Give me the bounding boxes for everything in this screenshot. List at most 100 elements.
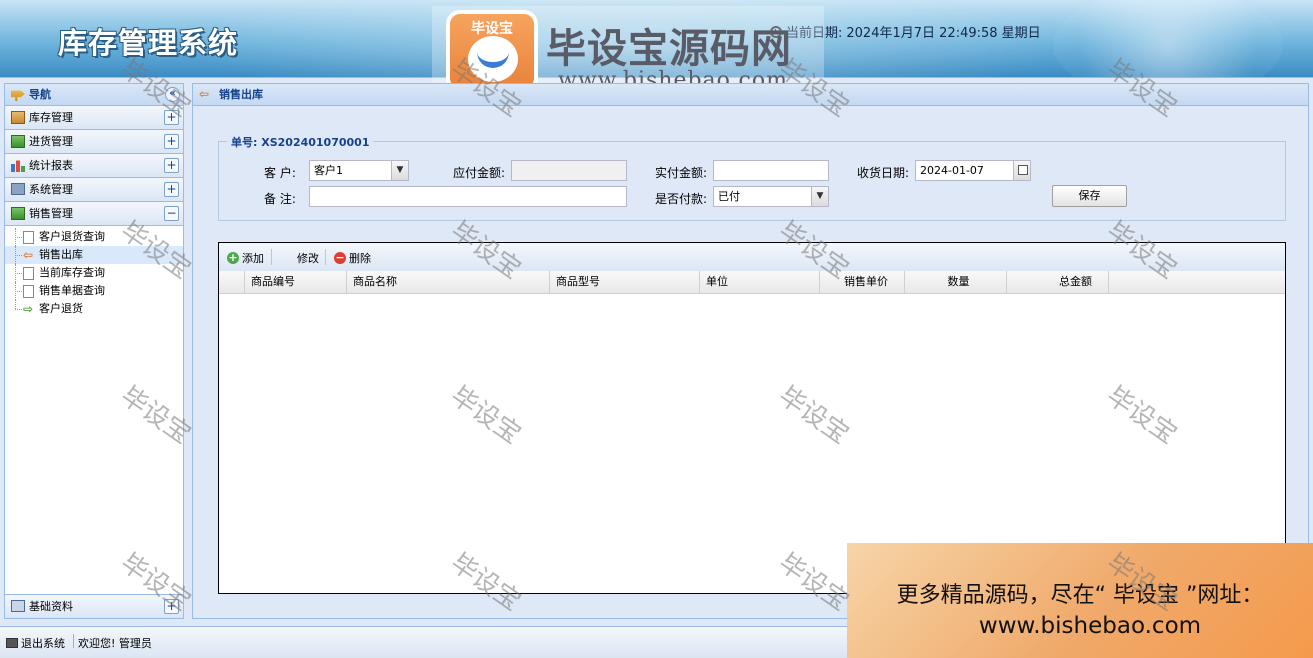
order-number: 单号: XS202401070001 [227,134,374,150]
app-title: 库存管理系统 [58,26,239,60]
date-value: 2024-01-07 [920,164,984,177]
tree-item-label: 客户退货查询 [39,230,105,243]
save-button[interactable]: 保存 [1052,185,1127,207]
nav-section-purchase[interactable]: 进货管理 + [5,130,183,154]
expand-icon[interactable]: + [164,599,179,614]
nav-title: 导航 [29,88,51,101]
brand-logo-text: 毕设宝 [471,21,513,37]
edit-label: 修改 [297,252,319,265]
payable-field [511,160,627,181]
promo-url: www.bishebao.com [978,613,1202,639]
expand-icon[interactable]: + [164,110,179,125]
nav-header: 导航 « [5,84,183,106]
date-label: 收货日期: [857,166,910,180]
nav-section-inventory[interactable]: 库存管理 + [5,106,183,130]
main-panel: ⇦ 销售出库 单号: XS202401070001 客 户: 客户1 ▼ 应付金… [192,83,1309,619]
toolbar-divider [271,249,272,265]
is-paid-value: 已付 [718,190,740,203]
inbound-icon [11,135,25,148]
welcome-text: 欢迎您! 管理员 [78,637,152,650]
system-icon [11,183,25,195]
tree-item-label: 客户退货 [39,302,83,315]
column-header[interactable]: 数量 [905,271,1007,294]
toolbar-divider [325,249,326,265]
navigation-panel: 导航 « 库存管理 + 进货管理 + 统计报表 + 系统管理 + 销售管理 − … [4,83,184,619]
delete-button[interactable]: − 删除 [334,250,371,266]
grid-header: 商品编号 商品名称 商品型号 单位 销售单价 数量 总金额 [219,271,1285,294]
document-icon [23,267,34,280]
status-divider [73,634,74,648]
expand-icon[interactable]: + [164,182,179,197]
arrow-left-icon: ⇦ [199,87,210,101]
logout-label: 退出系统 [21,637,65,650]
logout-button[interactable]: 退出系统 [6,635,65,651]
edit-button[interactable]: 修改 [297,250,319,266]
brand-name: 毕设宝源码网 [546,26,792,72]
delete-label: 删除 [349,252,371,265]
arrow-right-icon: ⇨ [23,302,34,316]
customer-select[interactable]: 客户1 ▼ [309,160,409,181]
expand-icon[interactable]: + [164,158,179,173]
chevron-down-icon[interactable]: ▼ [811,187,828,206]
date-field[interactable]: 2024-01-07 [915,160,1031,181]
header-globe-graphic [1053,0,1283,77]
calendar-icon[interactable] [1013,161,1030,180]
nav-section-system[interactable]: 系统管理 + [5,178,183,202]
delete-icon: − [334,251,346,264]
tree-item-current-stock-query[interactable]: 当前库存查询 [5,264,183,282]
promo-banner: 更多精品源码，尽在“ 毕设宝 ”网址： www.bishebao.com [847,543,1313,658]
remark-field[interactable] [309,186,627,207]
brand-logo-icon: 毕设宝 [446,10,538,92]
tree-item-sales-outbound[interactable]: ⇦ 销售出库 [5,246,183,264]
is-paid-label: 是否付款: [655,192,708,206]
sales-tree: 客户退货查询 ⇦ 销售出库 当前库存查询 销售单据查询 ⇨ 客户退货 [5,226,183,318]
nav-section-sales[interactable]: 销售管理 − [5,202,183,226]
remark-label: 备 注: [264,192,296,206]
search-doc-icon [23,285,34,298]
payable-label: 应付金额: [453,166,506,180]
column-header[interactable]: 总金额 [1007,271,1109,294]
main-panel-title: 销售出库 [219,88,263,101]
column-header[interactable]: 商品编号 [245,271,347,294]
column-header[interactable]: 商品型号 [550,271,700,294]
order-form: 单号: XS202401070001 客 户: 客户1 ▼ 应付金额: 实付金额… [218,134,1286,221]
column-header[interactable]: 销售单价 [820,271,905,294]
customer-label: 客 户: [264,166,296,180]
main-panel-header: ⇦ 销售出库 [193,84,1308,106]
tree-item-customer-return[interactable]: ⇨ 客户退货 [5,300,183,318]
chart-icon [11,159,25,172]
customer-value: 客户1 [314,164,343,177]
nav-section-reports[interactable]: 统计报表 + [5,154,183,178]
paid-label: 实付金额: [655,166,708,180]
column-header[interactable]: 商品名称 [347,271,550,294]
collapse-icon[interactable]: − [164,206,179,221]
tree-item-customer-return-query[interactable]: 客户退货查询 [5,228,183,246]
is-paid-select[interactable]: 已付 ▼ [713,186,829,207]
nav-section-label: 统计报表 [29,159,73,172]
collapse-nav-button[interactable]: « [165,87,180,102]
nav-section-label: 基础资料 [29,600,73,613]
tree-item-sales-order-query[interactable]: 销售单据查询 [5,282,183,300]
nav-section-label: 销售管理 [29,207,73,220]
add-label: 添加 [242,252,264,265]
column-header[interactable]: 单位 [700,271,820,294]
paid-field[interactable] [713,160,829,181]
tree-item-label: 当前库存查询 [39,266,105,279]
basic-data-icon [11,600,25,612]
promo-text: 更多精品源码，尽在“ 毕设宝 ”网址： [896,583,1264,608]
signpost-icon [11,90,25,101]
arrow-left-icon: ⇦ [23,248,34,262]
row-number-column [219,271,245,294]
nav-section-basic-data[interactable]: 基础资料 + [5,594,183,618]
datetime-value: 2024年1月7日 22:49:58 星期日 [846,26,1041,41]
expand-icon[interactable]: + [164,134,179,149]
chevron-down-icon[interactable]: ▼ [391,161,408,180]
add-button[interactable]: + 添加 [227,250,264,266]
nav-section-label: 库存管理 [29,111,73,124]
computer-icon [6,638,18,648]
box-icon [11,111,25,124]
grid-toolbar: + 添加 修改 − 删除 [219,243,1285,271]
tree-item-label: 销售出库 [39,248,83,261]
nav-section-label: 进货管理 [29,135,73,148]
product-grid: + 添加 修改 − 删除 商品编号 商品名称 商品型号 单位 销售单价 数量 总… [218,242,1286,594]
